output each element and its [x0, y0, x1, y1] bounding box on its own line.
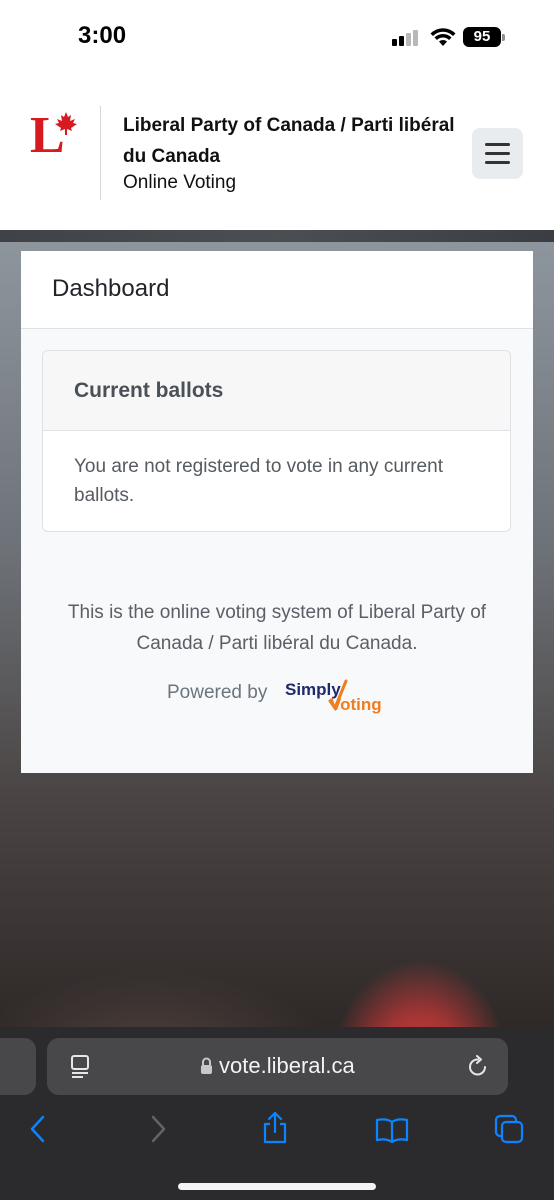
current-ballots-card: Current ballots You are not registered t… [42, 350, 511, 532]
dashboard-header: Dashboard [21, 251, 533, 329]
dashboard-card: Dashboard Current ballots You are not re… [21, 251, 533, 773]
hamburger-icon-line [485, 152, 510, 155]
header-divider [100, 106, 101, 200]
svg-text:L: L [30, 107, 65, 156]
hamburger-icon-line [485, 161, 510, 164]
liberal-logo-icon[interactable]: L [30, 106, 80, 156]
hamburger-icon [485, 143, 510, 146]
browser-toolbar: vote.liberal.ca [0, 1027, 554, 1200]
battery-tip [502, 34, 505, 41]
site-subtitle: Online Voting [123, 172, 237, 193]
current-ballots-title: Current ballots [74, 379, 224, 402]
forward-icon[interactable] [148, 1115, 168, 1143]
tabs-icon[interactable] [494, 1114, 524, 1144]
cellular-signal-icon [392, 30, 422, 46]
status-bar: 3:00 95 [0, 0, 554, 76]
site-title[interactable]: Liberal Party of Canada / Parti libéral … [123, 110, 473, 172]
simply-voting-logo[interactable]: Simply Voting [284, 675, 390, 715]
menu-button[interactable] [472, 128, 523, 179]
current-ballots-message: You are not registered to vote in any cu… [74, 456, 443, 506]
page-menu-icon[interactable] [69, 1054, 91, 1080]
powered-by-label: Powered by [167, 682, 268, 703]
current-ballots-header: Current ballots [43, 351, 510, 431]
back-icon[interactable] [28, 1115, 48, 1143]
bookmarks-icon[interactable] [375, 1117, 409, 1143]
dashboard-title: Dashboard [52, 275, 170, 302]
battery-icon: 95 [463, 27, 501, 47]
site-header: L Liberal Party of Canada / Parti libéra… [0, 76, 554, 230]
url-text[interactable]: vote.liberal.ca [219, 1053, 355, 1079]
address-bar[interactable]: vote.liberal.ca [47, 1038, 508, 1095]
lock-icon [201, 1057, 212, 1074]
system-description: This is the online voting system of Libe… [67, 602, 487, 654]
reload-icon[interactable] [467, 1055, 489, 1079]
previous-tab-preview[interactable] [0, 1038, 36, 1095]
status-time: 3:00 [78, 22, 127, 49]
share-icon[interactable] [261, 1111, 289, 1145]
home-indicator[interactable] [178, 1183, 376, 1190]
wifi-icon [430, 28, 456, 46]
